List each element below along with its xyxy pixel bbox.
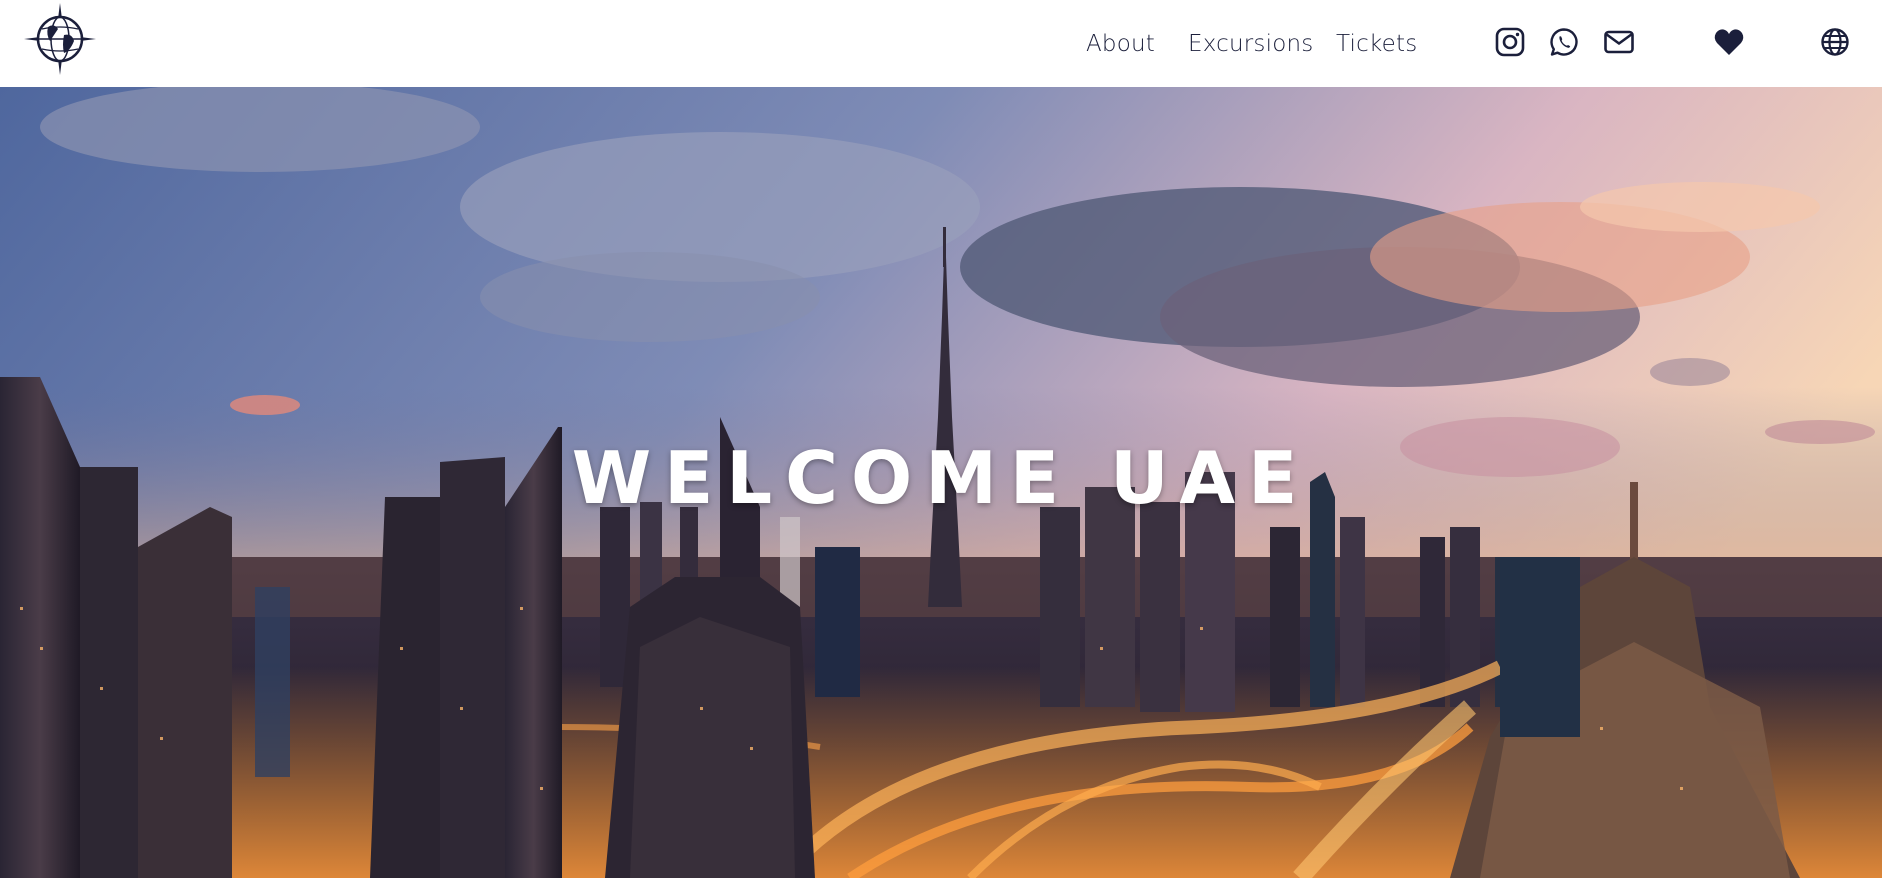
nav-link-tickets[interactable]: Tickets xyxy=(1336,31,1417,57)
globe-compass-icon[interactable] xyxy=(24,3,96,75)
instagram-icon[interactable] xyxy=(1491,23,1529,61)
globe-icon[interactable] xyxy=(1816,23,1854,61)
nav-item-tickets[interactable]: Tickets xyxy=(1336,0,1417,87)
hero-banner: WELCOME UAE xyxy=(0,87,1882,878)
site-header: About Excursions Tickets xyxy=(0,0,1882,87)
nav-link-excursions[interactable]: Excursions xyxy=(1188,31,1313,57)
nav-item-about[interactable]: About xyxy=(1086,0,1155,87)
heart-icon[interactable] xyxy=(1710,23,1748,61)
mail-icon[interactable] xyxy=(1600,23,1638,61)
whatsapp-icon[interactable] xyxy=(1545,23,1583,61)
hero-title: WELCOME UAE xyxy=(571,436,1311,520)
nav-item-excursions[interactable]: Excursions xyxy=(1188,0,1313,87)
nav-link-about[interactable]: About xyxy=(1086,31,1155,57)
